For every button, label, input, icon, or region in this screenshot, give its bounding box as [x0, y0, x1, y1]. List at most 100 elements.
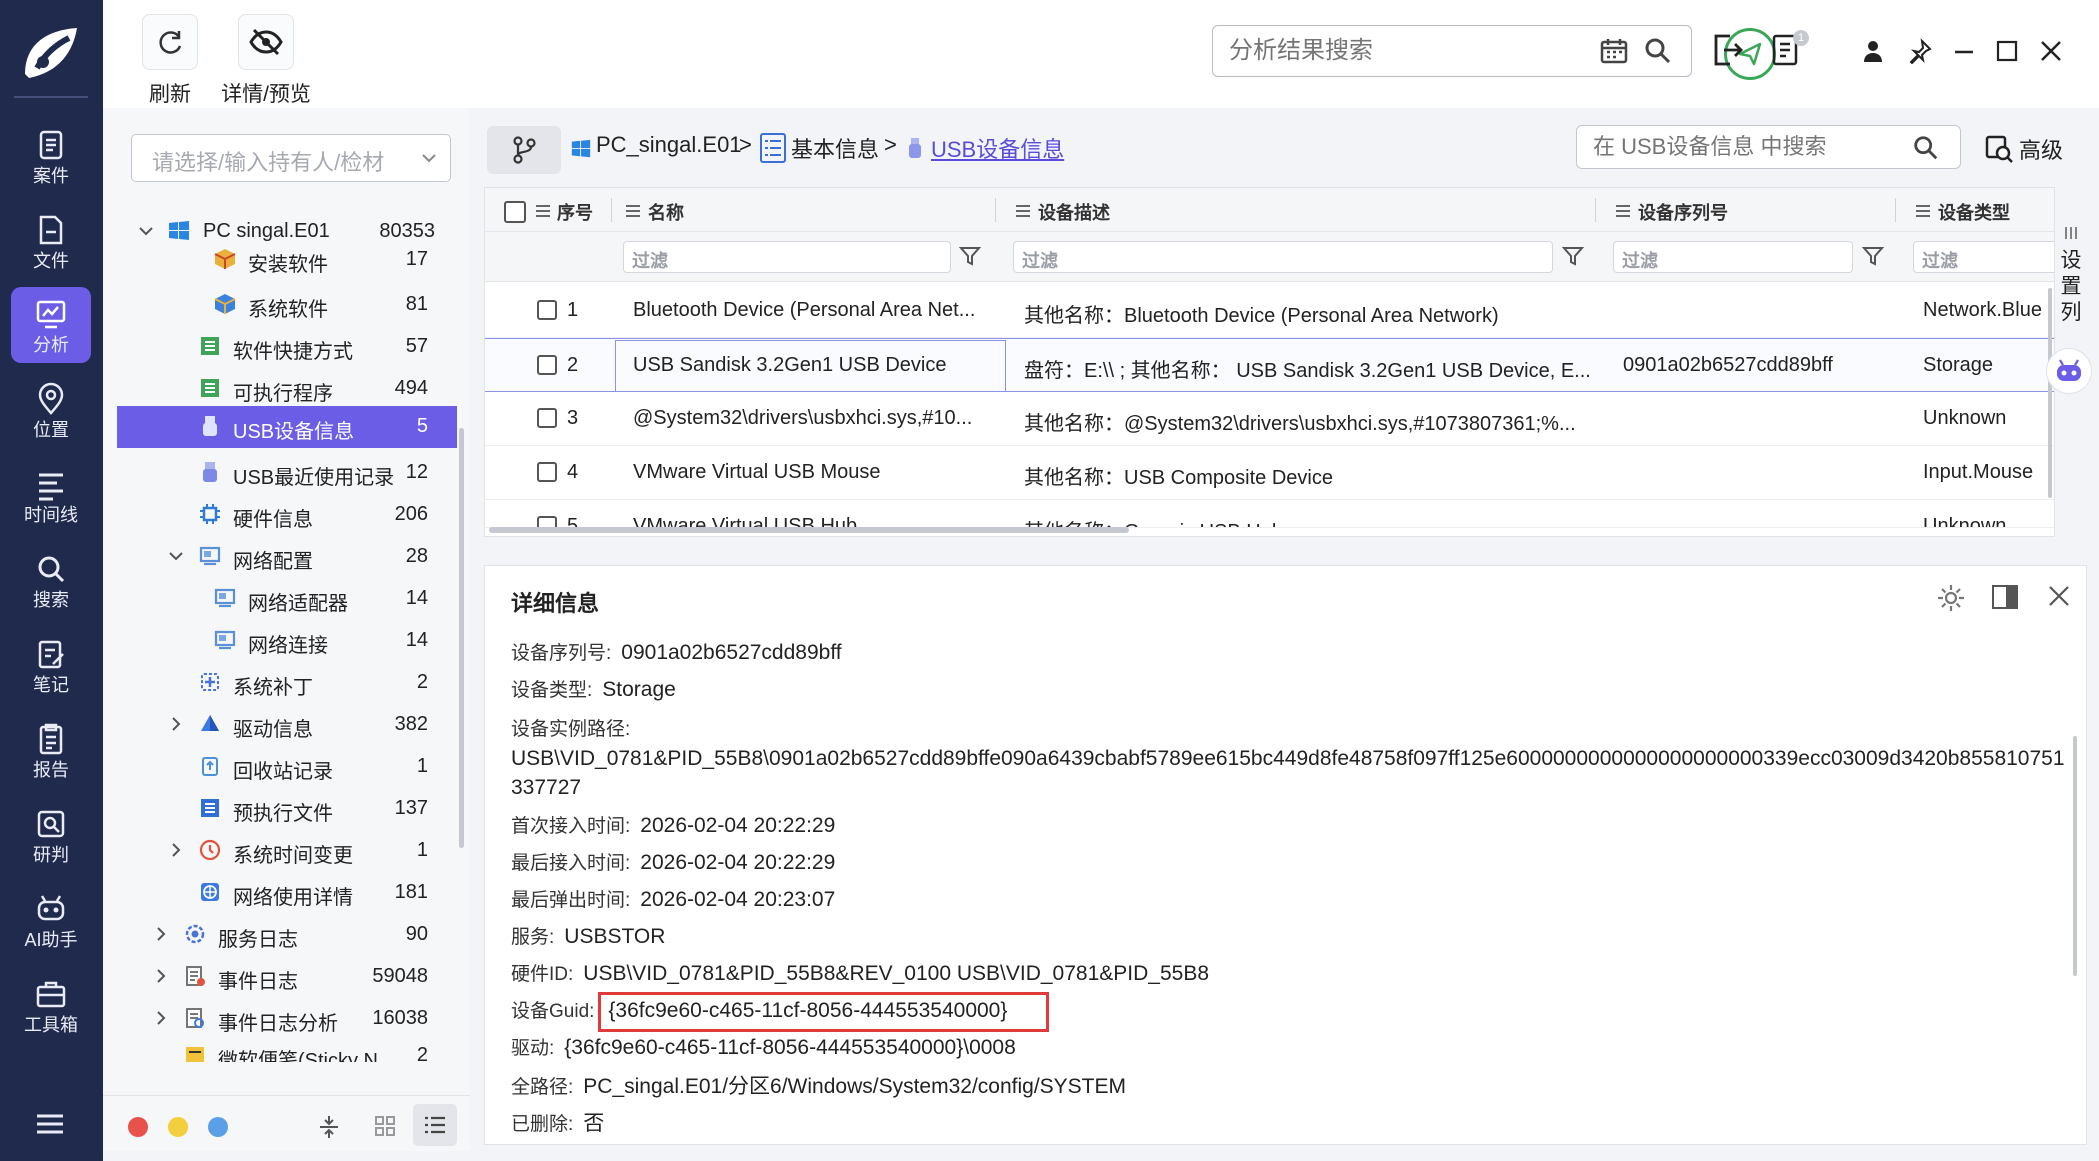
column-menu-icon[interactable] — [1615, 204, 1631, 218]
select-all-checkbox[interactable] — [504, 201, 526, 223]
tree-node-driver-info[interactable]: 驱动信息 382 — [103, 704, 428, 744]
collapse-chevron-icon[interactable] — [153, 1010, 169, 1026]
advanced-search-icon[interactable] — [1984, 134, 2014, 164]
header-description[interactable]: 设备描述 — [1038, 199, 1110, 225]
maximize-icon[interactable] — [1996, 40, 2018, 62]
tree-node-event-log[interactable]: 事件日志 59048 — [103, 956, 428, 996]
table-horizontal-scrollbar[interactable] — [489, 527, 1129, 533]
nav-search[interactable]: 搜索 — [11, 542, 91, 618]
row-checkbox[interactable] — [537, 355, 557, 375]
row-checkbox[interactable] — [537, 408, 557, 428]
pin-icon[interactable] — [1907, 38, 1933, 64]
tree-node-executables[interactable]: 可执行程序 494 — [103, 368, 428, 408]
minimize-icon[interactable] — [1953, 40, 1975, 62]
set-columns-button[interactable]: 设置列 — [2056, 187, 2086, 357]
advanced-search-button[interactable]: 高级 — [2019, 133, 2063, 165]
breadcrumb-basic-info[interactable]: 基本信息 — [791, 132, 879, 164]
expand-chevron-icon[interactable] — [138, 223, 154, 239]
row-checkbox[interactable] — [537, 462, 557, 482]
search-icon[interactable] — [1643, 36, 1673, 66]
tree-node-usb-device-info[interactable]: USB设备信息 5 — [117, 406, 457, 448]
tree-node-network-config[interactable]: 网络配置 28 — [103, 536, 428, 576]
collapse-chevron-icon[interactable] — [168, 716, 184, 732]
table-vertical-scrollbar[interactable] — [2048, 288, 2052, 498]
yellow-tag-dot[interactable] — [168, 1117, 188, 1137]
tree-node-sticky-notes[interactable]: 微软便笺(Sticky N... 2 — [103, 1036, 428, 1062]
tree-node-time-change[interactable]: 系统时间变更 1 — [103, 830, 428, 870]
list-view-button[interactable] — [413, 1104, 457, 1146]
refresh-button[interactable]: 刷新 — [135, 14, 205, 108]
nav-ai-assistant[interactable]: AI助手 — [11, 882, 91, 958]
detail-scrollbar[interactable] — [2073, 736, 2077, 976]
tree-node-service-log[interactable]: 服务日志 90 — [103, 914, 428, 954]
nav-report[interactable]: 报告 — [11, 712, 91, 788]
settings-gear-icon[interactable] — [1936, 583, 1966, 613]
nav-timeline[interactable]: 时间线 — [11, 457, 91, 533]
row-checkbox[interactable] — [537, 300, 557, 320]
tree-node-event-log-analysis[interactable]: 事件日志分析 16038 — [103, 998, 428, 1038]
collapse-chevron-icon[interactable] — [168, 842, 184, 858]
export-icon[interactable] — [1710, 32, 1744, 68]
table-row-selected[interactable]: 2 USB Sandisk 3.2Gen1 USB Device 盘符：E:\\… — [485, 338, 2054, 392]
panel-layout-icon[interactable] — [1991, 583, 2019, 611]
filter-serial-input[interactable]: 过滤 — [1613, 241, 1853, 273]
column-menu-icon[interactable] — [1915, 204, 1931, 218]
breadcrumb-evidence[interactable]: PC_singal.E01 — [596, 132, 742, 158]
nav-location[interactable]: 位置 — [11, 372, 91, 448]
filter-funnel-icon[interactable] — [1862, 245, 1884, 267]
tree-node-network-usage[interactable]: 网络使用详情 181 — [103, 872, 428, 912]
tree-node-recycle-bin[interactable]: 回收站记录 1 — [103, 746, 428, 786]
tree-node-network-adapter[interactable]: 网络适配器 14 — [103, 578, 428, 618]
tree-scrollbar[interactable] — [459, 428, 464, 848]
holder-select-dropdown[interactable]: 请选择/输入持有人/检材 — [131, 134, 451, 182]
tree-node-usb-recent[interactable]: USB最近使用记录 12 — [103, 452, 428, 492]
tree-node-network-connection[interactable]: 网络连接 14 — [103, 620, 428, 660]
nav-note[interactable]: 笔记 — [11, 627, 91, 703]
tree-node-system-patch[interactable]: 系统补丁 2 — [103, 662, 428, 702]
table-row[interactable]: 5 VMware Virtual USB Hub 其他名称：Generic US… — [485, 500, 2054, 528]
filter-type-input[interactable]: 过滤 — [1913, 241, 2054, 273]
usb-search-box[interactable] — [1576, 125, 1961, 169]
branch-view-button[interactable] — [487, 126, 561, 174]
tree-node-installed-software[interactable]: 安装软件 17 — [103, 243, 428, 283]
header-serial[interactable]: 设备序列号 — [1638, 199, 1728, 225]
ai-assistant-float-button[interactable] — [2046, 348, 2092, 394]
search-icon[interactable] — [1912, 134, 1940, 162]
header-name[interactable]: 名称 — [648, 199, 684, 225]
table-row[interactable]: 3 @System32\drivers\usbxhci.sys,#10... 其… — [485, 392, 2054, 446]
user-icon[interactable] — [1861, 38, 1885, 64]
collapse-chevron-icon[interactable] — [153, 968, 169, 984]
filter-funnel-icon[interactable] — [1562, 245, 1584, 267]
nav-toolbox[interactable]: 工具箱 — [11, 967, 91, 1043]
tree-node-prefetch[interactable]: 预执行文件 137 — [103, 788, 428, 828]
column-menu-icon[interactable] — [535, 204, 551, 218]
calendar-icon[interactable] — [1599, 36, 1629, 66]
close-icon[interactable] — [2040, 40, 2062, 62]
collapse-all-icon[interactable] — [317, 1114, 341, 1140]
nav-analysis[interactable]: 分析 — [11, 287, 91, 363]
tree-node-system-software[interactable]: 系统软件 81 — [103, 284, 428, 324]
breadcrumb-usb-device-info[interactable]: USB设备信息 — [931, 132, 1064, 164]
task-list-button[interactable]: 1 — [1771, 30, 1811, 70]
nav-judge[interactable]: 研判 — [11, 797, 91, 873]
blue-tag-dot[interactable] — [208, 1117, 228, 1137]
hamburger-menu-icon[interactable] — [35, 1112, 65, 1136]
filter-description-input[interactable]: 过滤 — [1013, 241, 1553, 273]
tree-node-hardware[interactable]: 硬件信息 206 — [103, 494, 428, 534]
red-tag-dot[interactable] — [128, 1117, 148, 1137]
analysis-search-input[interactable] — [1227, 34, 1587, 68]
column-menu-icon[interactable] — [1015, 204, 1031, 218]
nav-case[interactable]: 案件 — [11, 118, 91, 194]
filter-name-input[interactable]: 过滤 — [623, 241, 951, 273]
header-type[interactable]: 设备类型 — [1938, 199, 2010, 225]
header-index[interactable]: 序号 — [557, 199, 593, 225]
collapse-chevron-icon[interactable] — [153, 926, 169, 942]
nav-file[interactable]: 文件 — [11, 203, 91, 279]
expand-chevron-icon[interactable] — [168, 548, 184, 564]
usb-search-input[interactable] — [1591, 131, 1901, 163]
detail-preview-button[interactable]: 详情/预览 — [211, 14, 321, 108]
filter-funnel-icon[interactable] — [959, 245, 981, 267]
table-row[interactable]: 4 VMware Virtual USB Mouse 其他名称：USB Comp… — [485, 446, 2054, 500]
close-detail-icon[interactable] — [2047, 584, 2071, 608]
grid-view-icon[interactable] — [373, 1114, 397, 1138]
